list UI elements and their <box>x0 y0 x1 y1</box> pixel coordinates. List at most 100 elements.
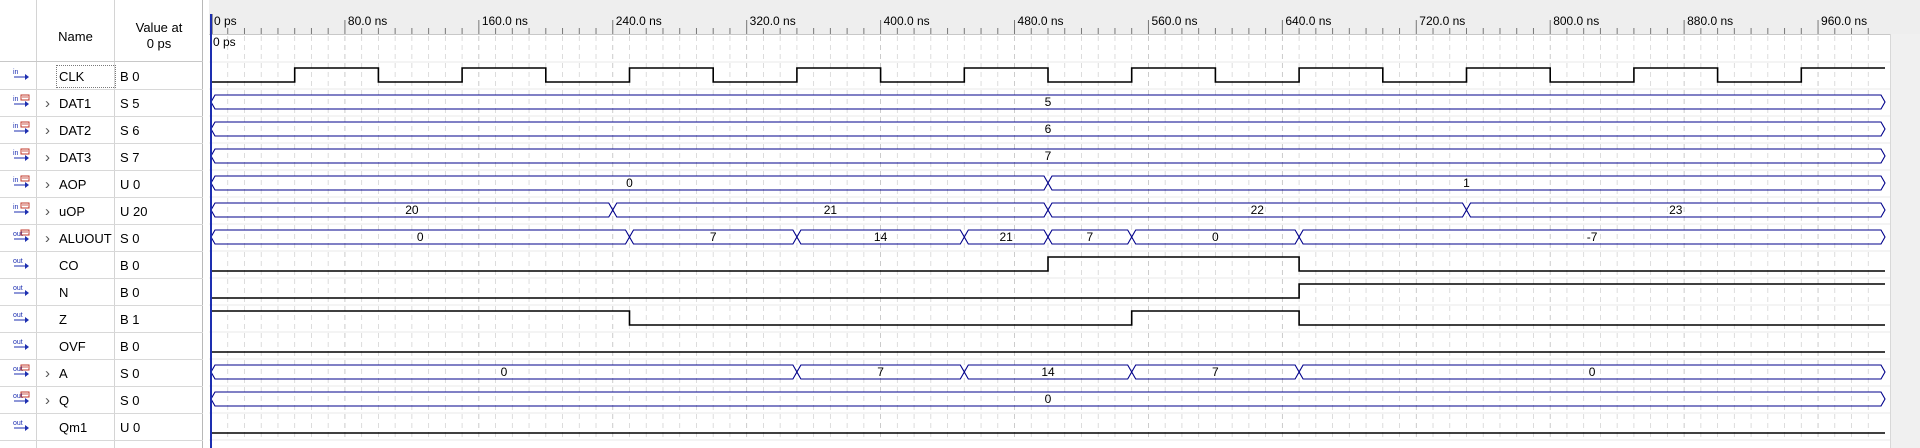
waveform-uop-value-label: 22 <box>1251 203 1265 217</box>
output-icon: out <box>13 310 31 326</box>
waveform-uop-value-label: 23 <box>1669 203 1683 217</box>
waveform-clk <box>211 67 1885 83</box>
signal-name-dat2[interactable]: DAT2 <box>59 123 91 138</box>
signal-value-dat1: S 5 <box>120 96 140 111</box>
waveform-canvas[interactable]: 0 ps 80.0 ns 160.0 ns 240.0 ns 320.0 ns 400.0… <box>209 0 1920 448</box>
signal-name-qm1[interactable]: Qm1 <box>59 420 87 435</box>
row-divider <box>0 386 203 387</box>
row-divider <box>0 359 203 360</box>
row-divider <box>0 143 203 144</box>
vertical-scrollbar-area[interactable] <box>1890 34 1920 448</box>
ruler-label: 800.0 ns <box>1553 14 1599 28</box>
row-divider <box>0 332 203 333</box>
output-icon: out <box>13 283 31 299</box>
signal-value-clk: B 0 <box>120 69 140 84</box>
row-divider <box>0 305 203 306</box>
row-divider <box>0 251 203 252</box>
ruler-label: 400.0 ns <box>884 14 930 28</box>
signal-list-panel: Name Value at 0 ps in CLK B 0 in › DAT1 S 5 in ›… <box>0 0 203 448</box>
signal-name-dat3[interactable]: DAT3 <box>59 150 91 165</box>
ruler-label: 240.0 ns <box>616 14 662 28</box>
waveform-aluout-value-label: -7 <box>1587 230 1598 244</box>
signal-value-a: S 0 <box>120 366 140 381</box>
signal-value-ovf: B 0 <box>120 339 140 354</box>
ruler-label: 160.0 ns <box>482 14 528 28</box>
row-divider <box>0 116 203 117</box>
input-icon: in <box>13 67 31 83</box>
waveform-aluout-value-label: 7 <box>1087 230 1094 244</box>
svg-text:in: in <box>13 150 19 157</box>
expand-chevron-icon[interactable]: › <box>45 95 50 112</box>
waveform-aluout-value-label: 0 <box>1212 230 1219 244</box>
input-bus-icon: in <box>13 121 31 137</box>
waveform-uop-value-label: 20 <box>405 203 419 217</box>
row-divider <box>0 440 203 441</box>
waveform-aop-value-label: 0 <box>626 176 633 190</box>
waveform-panel[interactable]: 0 ps 80.0 ns 160.0 ns 240.0 ns 320.0 ns 400.0… <box>209 0 1920 448</box>
expand-chevron-icon[interactable]: › <box>45 392 50 409</box>
signal-value-z: B 1 <box>120 312 140 327</box>
waveform-dat2-value-label: 6 <box>1045 122 1052 136</box>
waveform-q-value-label: 0 <box>1045 392 1052 406</box>
signal-value-co: B 0 <box>120 258 140 273</box>
svg-text:in: in <box>13 96 19 103</box>
value-column-header[interactable]: Value at 0 ps <box>115 20 203 52</box>
expand-chevron-icon[interactable]: › <box>45 230 50 247</box>
svg-text:out: out <box>13 258 23 265</box>
signal-value-qm1: U 0 <box>120 420 141 435</box>
waveform-aluout-value-label: 7 <box>710 230 717 244</box>
output-icon: out <box>13 256 31 272</box>
signal-name-ovf[interactable]: OVF <box>59 339 86 354</box>
svg-text:in: in <box>13 123 19 130</box>
waveform-aluout-value-label: 0 <box>417 230 424 244</box>
expand-chevron-icon[interactable]: › <box>45 203 50 220</box>
row-divider <box>0 89 203 90</box>
expand-chevron-icon[interactable]: › <box>45 122 50 139</box>
name-column-header[interactable]: Name <box>37 29 114 44</box>
waveform-dat3-value-label: 7 <box>1045 149 1052 163</box>
expand-chevron-icon[interactable]: › <box>45 365 50 382</box>
signal-value-dat3: S 7 <box>120 150 140 165</box>
waveform-aop-value-label: 1 <box>1463 176 1470 190</box>
signal-name-a[interactable]: A <box>59 366 68 381</box>
row-divider <box>0 278 203 279</box>
signal-name-uop[interactable]: uOP <box>59 204 85 219</box>
ruler-label: 480.0 ns <box>1018 14 1064 28</box>
output-bus-icon: out <box>13 391 31 407</box>
waveform-aluout-value-label: 14 <box>874 230 888 244</box>
waveform-a-value-label: 7 <box>877 365 884 379</box>
input-bus-icon: in <box>13 94 31 110</box>
waveform-uop-value-label: 21 <box>824 203 838 217</box>
ruler-label: 960.0 ns <box>1821 14 1867 28</box>
svg-text:out: out <box>13 339 23 346</box>
header-divider <box>0 61 203 62</box>
signal-name-z[interactable]: Z <box>59 312 67 327</box>
signal-name-q[interactable]: Q <box>59 393 69 408</box>
svg-text:in: in <box>13 69 19 76</box>
signal-name-aluout[interactable]: ALUOUT <box>59 231 112 246</box>
signal-value-uop: U 20 <box>120 204 148 219</box>
ruler-label: 320.0 ns <box>750 14 796 28</box>
expand-chevron-icon[interactable]: › <box>45 176 50 193</box>
ruler-label: 0 ps <box>214 14 237 28</box>
expand-chevron-icon[interactable]: › <box>45 149 50 166</box>
waveform-aluout-value-label: 21 <box>999 230 1013 244</box>
svg-text:out: out <box>13 285 23 292</box>
input-bus-icon: in <box>13 148 31 164</box>
ruler-label: 880.0 ns <box>1687 14 1733 28</box>
ruler-label: 720.0 ns <box>1419 14 1465 28</box>
output-bus-icon: out <box>13 229 31 245</box>
signal-name-aop[interactable]: AOP <box>59 177 86 192</box>
signal-name-n[interactable]: N <box>59 285 68 300</box>
waveform-dat1-value-label: 5 <box>1045 95 1052 109</box>
svg-text:in: in <box>13 204 19 211</box>
input-bus-icon: in <box>13 175 31 191</box>
signal-name-dat1[interactable]: DAT1 <box>59 96 91 111</box>
cursor-time-label: 0 ps <box>213 35 236 49</box>
svg-text:in: in <box>13 177 19 184</box>
input-bus-icon: in <box>13 202 31 218</box>
signal-name-co[interactable]: CO <box>59 258 79 273</box>
signal-value-dat2: S 6 <box>120 123 140 138</box>
ruler-label: 80.0 ns <box>348 14 387 28</box>
ruler-label: 640.0 ns <box>1285 14 1331 28</box>
